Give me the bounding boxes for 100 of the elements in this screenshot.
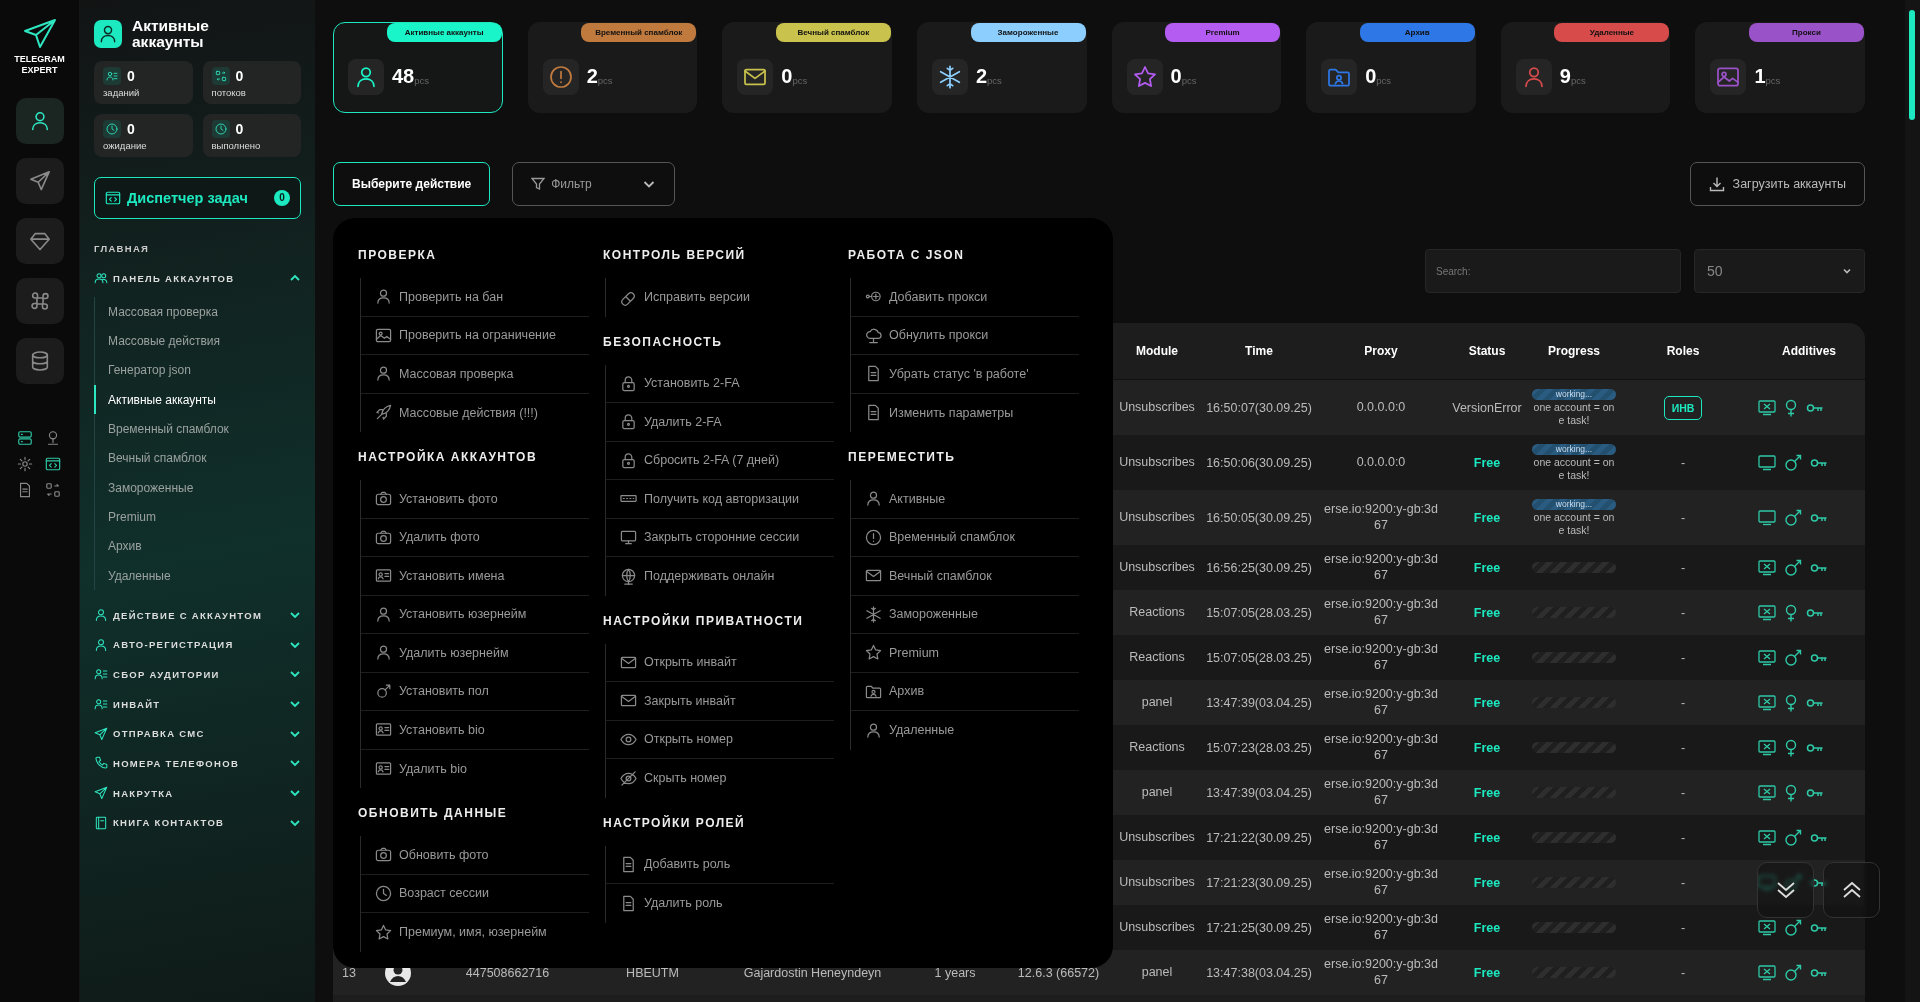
table-cell-text: erse.io:9200:y-gb:3d67 [1323,776,1439,809]
menu-item[interactable]: Закрыть сторонние сессии [606,518,834,557]
stat-label: заданий [103,86,141,98]
nav-item[interactable]: Вечный спамблок [94,443,301,473]
menu-item[interactable]: Проверить на ограничение [361,316,589,355]
menu-item[interactable]: Premium [851,634,1079,673]
nav-item[interactable]: Архив [94,531,301,561]
table-cell-text: 16:56:25(30.09.25) [1205,560,1313,575]
menu-item[interactable]: Установить bio [361,711,589,750]
nav-item[interactable]: Удаленные [94,560,301,591]
nav-section[interactable]: ИНВАЙТ [94,689,301,719]
nav-section[interactable]: НАКРУТКА [94,778,301,808]
menu-item[interactable]: Премиум, имя, юзернейм [361,913,589,952]
menu-item[interactable]: Закрыть инвайт [606,682,834,721]
stat-card[interactable]: Вечный спамблок 0pcs [722,22,892,113]
table-cell: - [1680,605,1686,620]
column-header: Module [1135,344,1179,358]
nav-section[interactable]: КНИГА КОНТАКТОВ [94,808,301,838]
menu-item[interactable]: Удалить bio [361,749,589,788]
table-cell-text: Unsubscribes [1118,509,1196,526]
menu-item[interactable]: Удаленные [851,711,1079,750]
menu-item[interactable]: Добавить роль [606,845,834,884]
stat-label: выполнено [211,139,262,151]
card-tag: Архив [1359,23,1475,42]
nav-section[interactable]: СБОР АУДИТОРИИ [94,659,301,690]
menu-item[interactable]: Изменить параметры [851,393,1079,432]
menu-item[interactable]: Массовые действия (!!!) [361,393,589,432]
menu-item[interactable]: Удалить фото [361,518,589,557]
menu-item[interactable]: Исправить версии [606,278,834,317]
column-header: Proxy [1363,344,1399,358]
nav-item[interactable]: Массовая проверка [94,297,301,327]
menu-item[interactable]: Проверить на бан [361,278,589,317]
card-count: 0 [1365,65,1377,88]
card-unit: pcs [414,75,430,86]
page-size-select[interactable]: 50 [1694,249,1865,293]
stat-card[interactable]: Временный спамблок 2pcs [527,22,698,113]
menu-item[interactable]: Замороженные [851,595,1079,634]
nav-section[interactable]: АВТО-РЕГИСТРАЦИЯ [94,629,301,660]
nav-item[interactable]: Временный спамблок [94,414,301,444]
nav-item[interactable]: Генератор json [94,355,301,386]
filter-dropdown[interactable]: Фильтр [512,162,676,206]
menu-item[interactable]: Удалить роль [606,884,834,923]
table-cell-text: 16:50:07(30.09.25) [1205,400,1313,415]
action-button[interactable]: Выберите действие [333,162,491,206]
column-header: Status [1467,344,1507,358]
task-manager-button[interactable]: Диспетчер задач 0 [94,176,301,219]
menu-item[interactable]: Удалить юзернейм [361,634,589,673]
menu-item[interactable]: Установить юзернейм [361,595,589,634]
menu-item[interactable]: Временный спамблок [851,518,1079,557]
card-tag: Замороженные [970,23,1086,42]
menu-heading: РАБОТА С JSON [848,247,966,264]
menu-item[interactable]: Возраст сессии [361,874,589,913]
stat-card[interactable]: Удаленные 9pcs [1500,22,1671,113]
menu-item[interactable]: Вечный спамблок [851,557,1079,596]
table-cell-text: 13:47:38(03.04.25) [1205,965,1313,980]
search-field[interactable]: Search: [1425,249,1681,293]
stat-card[interactable]: Premium 0pcs [1111,22,1282,113]
nav-item[interactable]: Массовые действия [94,326,301,356]
stat-card[interactable]: Прокси 1pcs [1695,22,1865,113]
stat-card[interactable]: Активные аккаунты 48pcs [333,22,503,113]
menu-item[interactable]: Открыть номер [606,720,834,759]
table-cell-text: 15:07:05(28.03.25) [1205,650,1313,665]
status-text: VersionError [1451,400,1523,415]
menu-item[interactable]: Поддерживать онлайн [606,557,834,596]
menu-item[interactable]: Сбросить 2-FA (7 дней) [606,441,834,480]
menu-item[interactable]: Активные [851,480,1079,519]
menu-item[interactable]: Обновить фото [361,836,589,875]
menu-item[interactable]: Скрыть номер [606,759,834,798]
table-cell-text: Reactions [1128,649,1186,666]
stat-card[interactable]: Замороженные 2pcs [916,22,1087,113]
menu-item[interactable]: Убрать статус 'в работе' [851,355,1079,394]
menu-item[interactable]: Установить 2-FA [606,364,834,403]
column-header: Roles [1665,344,1701,358]
menu-item[interactable]: Добавить прокси [851,278,1079,317]
menu-item[interactable]: Архив [851,672,1079,711]
table-cell-text: erse.io:9200:y-gb:3d67 [1323,501,1439,534]
nav-section[interactable]: НОМЕРА ТЕЛЕФОНОВ [94,748,301,779]
menu-item[interactable]: Удалить 2-FA [606,403,834,442]
nav-item[interactable]: Активные аккаунты [94,385,301,415]
status-text: Free [1472,920,1502,935]
nav-section[interactable]: ДЕЙСТВИЕ С АККАУНТОМ [94,600,301,630]
nav-item[interactable]: Замороженные [94,473,301,503]
nav-section[interactable]: ПАНЕЛЬ АККАУНТОВ [94,263,301,294]
menu-item[interactable]: Получить код авторизации [606,480,834,519]
menu-item[interactable]: Установить фото [361,480,589,519]
menu-item[interactable]: Установить пол [361,672,589,711]
upload-accounts-button[interactable]: Загрузить аккаунты [1689,162,1865,206]
stat-value: 0 [235,67,244,84]
table-cell-text: HBEUTM [625,965,680,980]
nav-item[interactable]: Premium [94,502,301,532]
menu-item[interactable]: Обнулить прокси [851,316,1079,355]
stat-card[interactable]: Архив 0pcs [1306,22,1476,113]
table-cell-text: erse.io:9200:y-gb:3d67 [1323,686,1439,719]
card-unit: pcs [1765,75,1781,86]
card-count: 2 [975,65,987,88]
menu-item[interactable]: Открыть инвайт [606,643,834,682]
menu-item[interactable]: Массовая проверка [361,355,589,394]
status-text: Free [1472,510,1502,525]
nav-section[interactable]: ОТПРАВКА СМС [94,718,301,749]
menu-item[interactable]: Установить имена [361,557,589,596]
